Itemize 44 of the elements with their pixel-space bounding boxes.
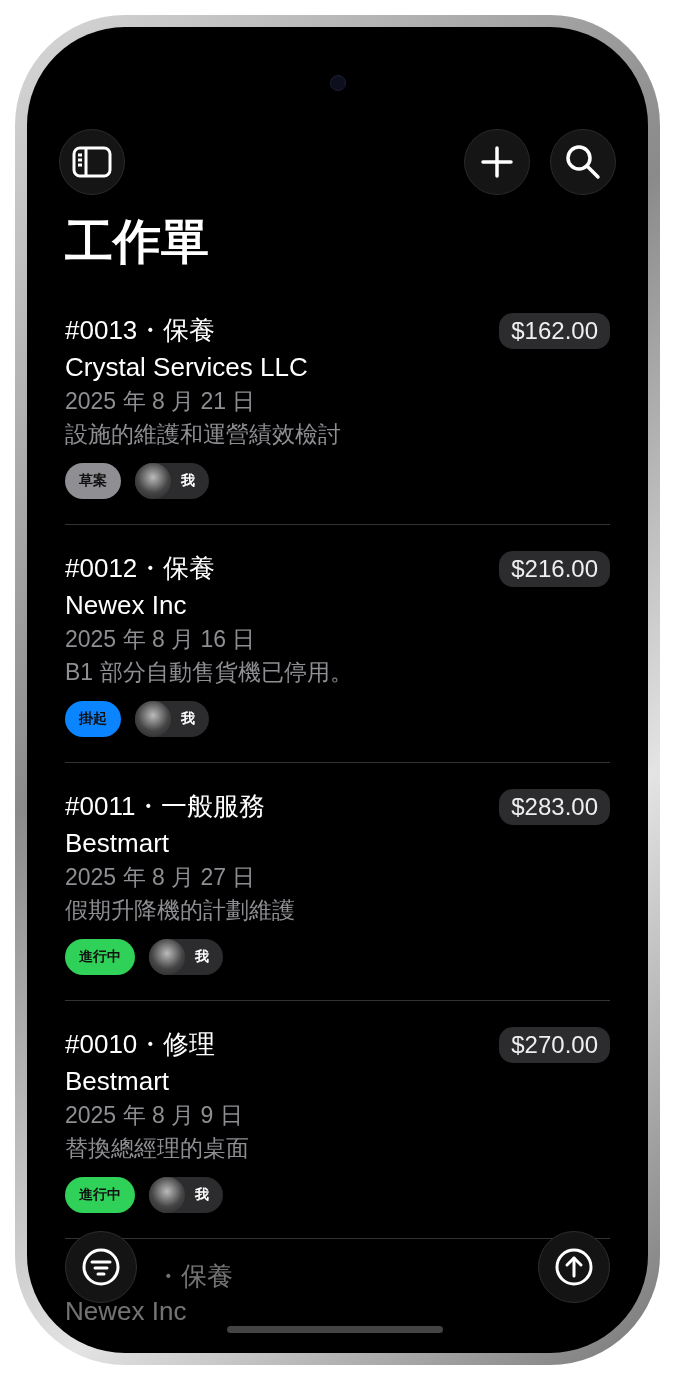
avatar [135,700,171,737]
camera-icon [329,75,346,91]
customer-name: Crystal Services LLC [65,350,308,384]
customer-name: Bestmart [65,826,170,860]
order-date: 2025 年 8 月 27 日 [65,862,256,892]
order-description: 替換總經理的桌面 [65,1133,249,1163]
work-order-row[interactable]: #0012・保養 $216.00 Newex Inc 2025 年 8 月 16 日 B1 部分自動售貨機已停用。 掛起 我 [65,524,610,763]
order-title: ・保養 [155,1259,233,1293]
assignee-name: 我 [181,709,195,728]
price-badge: $216.00 [499,550,610,587]
order-title: #0010・修理 [65,1027,216,1061]
order-description: 設施的維護和運營績效檢討 [65,419,341,449]
customer-name: Newex Inc [65,1294,187,1328]
assignee-name: 我 [195,1185,209,1204]
assignee-name: 我 [181,471,195,490]
work-order-row[interactable]: #0013・保養 $162.00 Crystal Services LLC 2025 年 8 月 21 日 設施的維護和運營績效檢討 草案 我 [65,286,610,525]
avatar [149,938,185,975]
avatar [135,462,171,499]
work-order-row[interactable]: #0011・一般服務 $283.00 Bestmart 2025 年 8 月 27 日 假期升降機的計劃維護 進行中 我 [65,762,610,1001]
order-title: #0011・一般服務 [65,789,266,823]
search-icon [565,144,601,180]
status-tag: 進行中 [65,1176,135,1213]
price-badge: $162.00 [499,312,610,349]
plus-icon [481,146,513,178]
sidebar-icon [72,146,112,178]
price-badge: $270.00 [499,1026,610,1063]
status-tag: 掛起 [65,700,121,737]
price-badge: $283.00 [499,788,610,825]
assignee-name: 我 [195,947,209,966]
order-title: #0012・保養 [65,551,216,585]
order-description: 假期升降機的計劃維護 [65,895,295,925]
order-title: #0013・保養 [65,313,216,347]
order-date: 2025 年 8 月 9 日 [65,1100,243,1130]
avatar [149,1176,185,1213]
page-title: 工作單 [65,214,210,270]
filter-icon [82,1248,120,1286]
work-order-row[interactable]: #0010・修理 $270.00 Bestmart 2025 年 8 月 9 日 替換總經理的桌面 進行中 我 [65,1000,610,1239]
customer-name: Newex Inc [65,588,187,622]
order-date: 2025 年 8 月 21 日 [65,386,256,416]
status-tag: 草案 [65,462,121,499]
order-description: B1 部分自動售貨機已停用。 [65,657,353,687]
order-date: 2025 年 8 月 16 日 [65,624,256,654]
customer-name: Bestmart [65,1064,170,1098]
status-tag: 進行中 [65,938,135,975]
